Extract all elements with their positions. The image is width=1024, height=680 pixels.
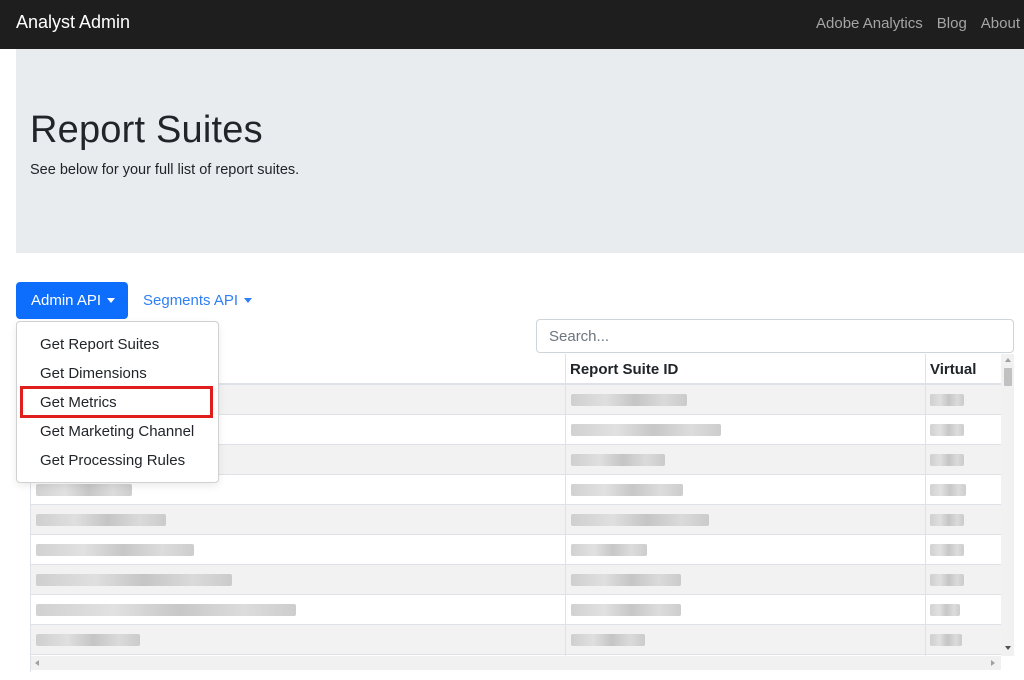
scroll-up-icon[interactable] <box>1005 358 1011 362</box>
nav-links: Adobe Analytics Blog About <box>816 15 1020 32</box>
redacted-cell <box>571 484 683 496</box>
scroll-right-icon[interactable] <box>991 660 995 666</box>
brand-link[interactable]: Analyst Admin <box>16 12 130 33</box>
menu-item-get-report-suites[interactable]: Get Report Suites <box>18 330 218 359</box>
horizontal-scrollbar[interactable] <box>31 656 1001 670</box>
scroll-down-icon[interactable] <box>1005 646 1011 650</box>
redacted-cell <box>571 424 721 436</box>
segments-api-dropdown-button[interactable]: Segments API <box>143 282 253 319</box>
redacted-cell <box>36 484 132 496</box>
column-divider <box>925 354 926 656</box>
search-input[interactable] <box>536 319 1014 353</box>
page-title: Report Suites <box>30 109 263 151</box>
redacted-cell <box>930 574 964 586</box>
jumbotron: Report Suites See below for your full li… <box>16 49 1024 253</box>
menu-item-get-marketing-channel[interactable]: Get Marketing Channel <box>18 417 218 446</box>
redacted-cell <box>36 604 296 616</box>
caret-down-icon <box>244 297 253 303</box>
vertical-scrollbar[interactable] <box>1001 354 1014 656</box>
scroll-left-icon[interactable] <box>35 660 39 666</box>
page-lead: See below for your full list of report s… <box>30 162 300 178</box>
caret-down-icon <box>107 297 116 303</box>
menu-item-get-processing-rules[interactable]: Get Processing Rules <box>18 446 218 475</box>
redacted-cell <box>930 424 964 436</box>
redacted-cell <box>930 454 964 466</box>
redacted-cell <box>930 604 960 616</box>
menu-item-get-dimensions[interactable]: Get Dimensions <box>18 359 218 388</box>
redacted-cell <box>930 394 964 406</box>
table-row[interactable] <box>31 625 1001 655</box>
segments-api-label: Segments API <box>143 292 239 309</box>
redacted-cell <box>571 514 709 526</box>
redacted-cell <box>571 634 645 646</box>
column-divider <box>565 354 566 656</box>
column-header-virtual[interactable]: Virtual <box>930 361 976 378</box>
nav-link-about[interactable]: About <box>981 15 1020 32</box>
redacted-cell <box>36 634 140 646</box>
redacted-cell <box>930 514 964 526</box>
redacted-cell <box>930 634 962 646</box>
nav-link-adobe-analytics[interactable]: Adobe Analytics <box>816 15 923 32</box>
admin-api-label: Admin API <box>31 292 102 309</box>
redacted-cell <box>571 544 647 556</box>
redacted-cell <box>36 514 166 526</box>
redacted-cell <box>930 484 966 496</box>
table-row[interactable] <box>31 505 1001 535</box>
redacted-cell <box>571 454 665 466</box>
admin-api-dropdown-button[interactable]: Admin API <box>16 282 128 319</box>
redacted-cell <box>571 604 681 616</box>
scroll-thumb[interactable] <box>1004 368 1012 386</box>
nav-link-blog[interactable]: Blog <box>937 15 967 32</box>
redacted-cell <box>571 394 687 406</box>
redacted-cell <box>930 544 964 556</box>
table-row[interactable] <box>31 595 1001 625</box>
redacted-cell <box>36 544 194 556</box>
column-header-report-suite-id[interactable]: Report Suite ID <box>570 361 678 378</box>
table-row[interactable] <box>31 535 1001 565</box>
highlight-annotation-box <box>20 386 213 418</box>
redacted-cell <box>571 574 681 586</box>
redacted-cell <box>36 574 232 586</box>
table-row[interactable] <box>31 565 1001 595</box>
top-navbar: Analyst Admin Adobe Analytics Blog About <box>0 0 1024 49</box>
